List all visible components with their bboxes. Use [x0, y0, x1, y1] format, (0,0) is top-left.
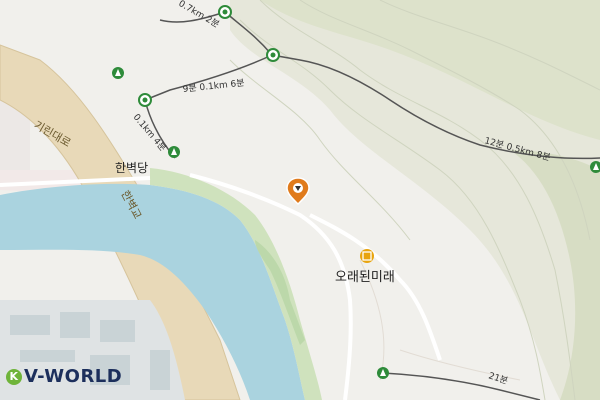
logo-text: V-WORLD	[24, 366, 123, 387]
vworld-logo: K V-WORLD	[6, 366, 122, 387]
map-canvas[interactable]: 0.7km 2분 9분 0.1km 6분 0.1km 4분 12분 0.5km …	[0, 0, 600, 400]
trail-node-icon[interactable]	[270, 52, 276, 58]
trail-label: 0.1km 4분	[131, 112, 168, 154]
poi-label[interactable]: 오래된미래	[335, 270, 395, 285]
trail-label: 9분 0.1km 6분	[182, 78, 245, 95]
poi-icon[interactable]	[360, 249, 374, 263]
trail-node-icon[interactable]	[222, 9, 228, 15]
logo-mark: K	[6, 369, 22, 385]
location-pin-icon[interactable]	[286, 177, 310, 206]
place-label: 한벽당	[115, 161, 148, 175]
trail-label: 21분	[487, 370, 509, 387]
map-view[interactable]: 0.7km 2분 9분 0.1km 6분 0.1km 4분 12분 0.5km …	[0, 0, 600, 400]
trail-node-icon[interactable]	[142, 97, 148, 103]
